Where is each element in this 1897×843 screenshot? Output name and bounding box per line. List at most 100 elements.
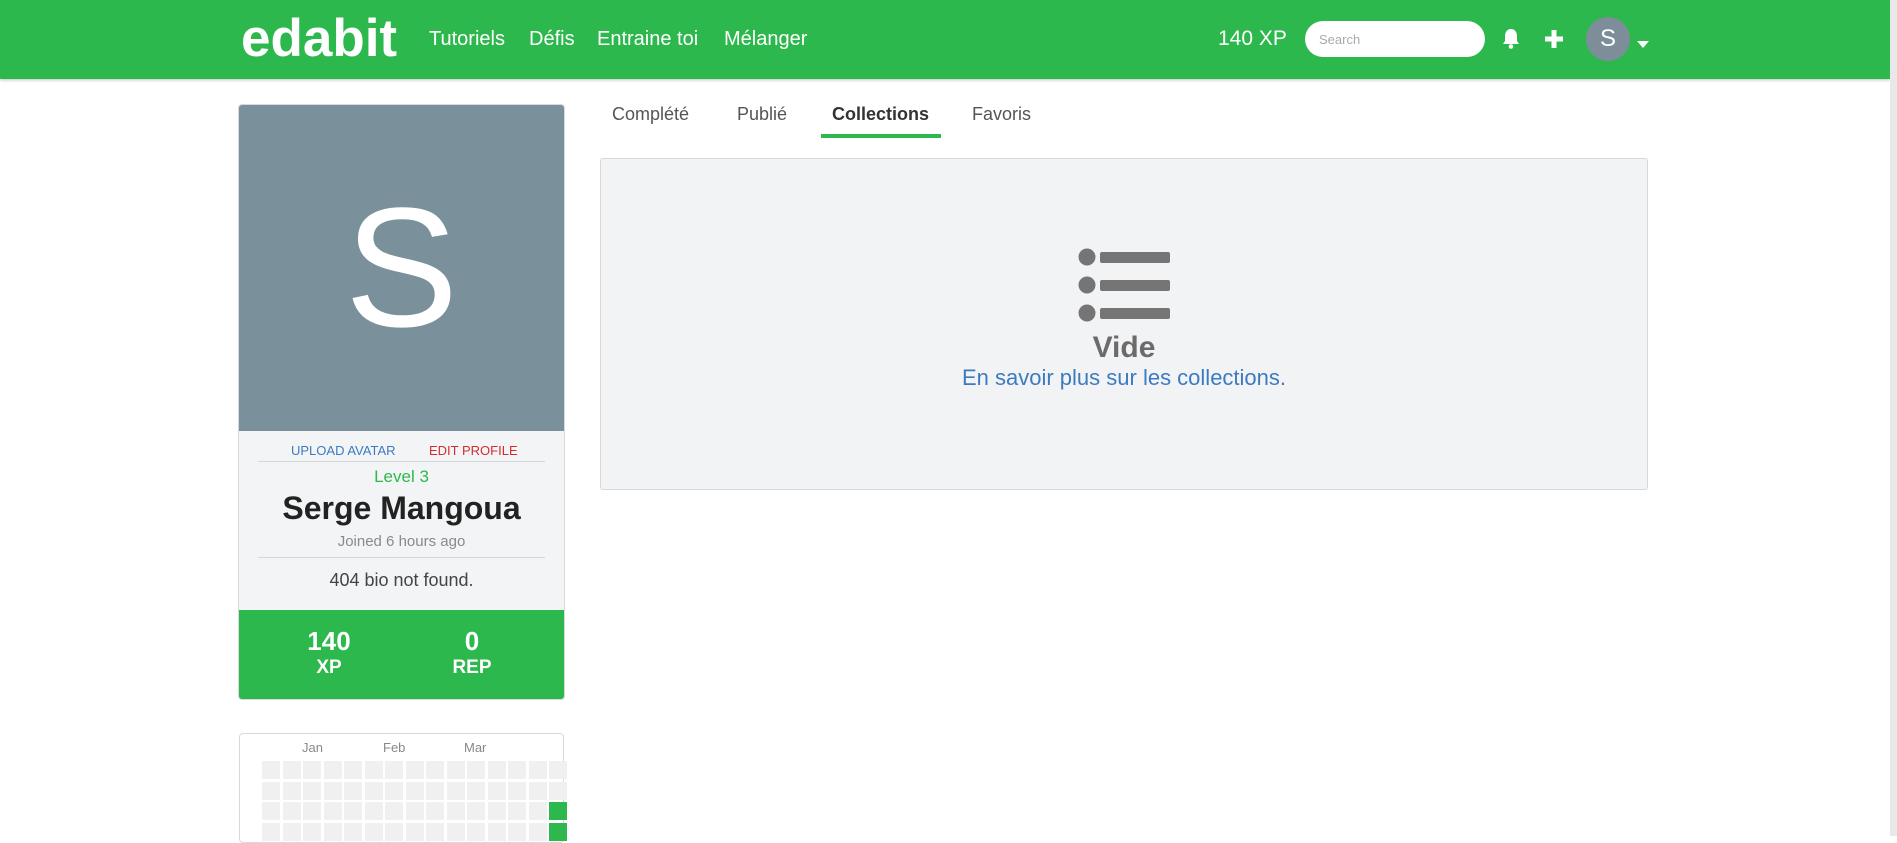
tab-complete[interactable]: Complété [612, 102, 689, 126]
heatmap-cell [344, 802, 362, 820]
heatmap-cell [282, 761, 301, 779]
heatmap-cell [385, 761, 403, 779]
tab-publie[interactable]: Publié [737, 102, 787, 126]
heatmap-cell [467, 781, 485, 800]
heatmap-cell [364, 781, 383, 800]
heatmap-cell [467, 761, 485, 779]
profile-actions: UPLOAD AVATAR EDIT PROFILE [239, 439, 564, 467]
bell-icon[interactable] [1502, 28, 1520, 55]
heatmap-cell [405, 761, 424, 779]
top-navbar: edabit Tutoriels Défis Entraine toi Méla… [0, 0, 1890, 79]
heatmap-cell [303, 802, 321, 820]
heatmap-cell [426, 781, 444, 800]
heatmap-cell [303, 822, 321, 841]
month-label: Jan [302, 740, 323, 755]
heatmap-cell [508, 781, 526, 800]
xp-label: XP [316, 657, 342, 678]
heatmap-cell [487, 781, 506, 800]
search-input[interactable] [1305, 21, 1485, 57]
heatmap-cell [323, 781, 342, 800]
collections-panel: Vide En savoir plus sur les collections. [600, 158, 1648, 490]
month-label: Mar [464, 740, 487, 755]
tab-favoris[interactable]: Favoris [972, 102, 1031, 126]
heatmap-cell [303, 761, 321, 779]
heatmap-cell [262, 822, 280, 841]
stats-bar: 140 XP 0 REP [239, 610, 564, 699]
heatmap-cell [385, 802, 403, 820]
month-label: Feb [383, 740, 406, 755]
heatmap-cell [262, 761, 280, 779]
heatmap-cell [323, 802, 342, 820]
heatmap-cell [446, 781, 465, 800]
upload-avatar-link[interactable]: UPLOAD AVATAR [291, 443, 396, 458]
heatmap-cell [528, 761, 547, 779]
divider [258, 557, 545, 558]
tab-collections[interactable]: Collections [832, 102, 929, 126]
heatmap-cell [262, 802, 280, 820]
nav-link-entraine-toi[interactable]: Entraine toi [597, 26, 698, 52]
heatmap-cell [487, 761, 506, 779]
active-tab-indicator [821, 134, 941, 138]
heatmap-cell [446, 761, 465, 779]
heatmap-cell [426, 802, 444, 820]
heatmap-cell [405, 802, 424, 820]
heatmap-cell [467, 802, 485, 820]
profile-card: S UPLOAD AVATAR EDIT PROFILE Level 3 Ser… [238, 104, 565, 700]
list-icon [1078, 247, 1170, 328]
heatmap-cell [508, 802, 526, 820]
heatmap-cell [282, 781, 301, 800]
heatmap-cell [364, 802, 383, 820]
heatmap-cell [426, 822, 444, 841]
plus-icon[interactable] [1544, 29, 1564, 54]
heatmap-cell [282, 802, 301, 820]
user-bio: 404 bio not found. [329, 570, 474, 590]
heatmap-cell [303, 781, 321, 800]
heatmap-cell [364, 822, 383, 841]
rep-stat: 0 REP [412, 626, 532, 680]
heatmap-cell [405, 822, 424, 841]
nav-link-defis[interactable]: Défis [529, 26, 575, 52]
heatmap-cell [385, 822, 403, 841]
heatmap-cell [528, 781, 547, 800]
edabit-logo[interactable]: edabit [241, 6, 397, 72]
user-name: Serge Mangoua [282, 490, 521, 526]
nav-link-melanger[interactable]: Mélanger [724, 26, 807, 52]
xp-value: 140 [307, 626, 351, 656]
caret-down-icon[interactable] [1636, 36, 1650, 54]
heatmap-cell [528, 822, 547, 841]
heatmap-cell [344, 781, 362, 800]
heatmap-cell [323, 822, 342, 841]
heatmap-cell [282, 822, 301, 841]
heatmap-cell [467, 822, 485, 841]
heatmap-cell [446, 802, 465, 820]
rep-value: 0 [464, 626, 480, 656]
heatmap-cell [508, 761, 526, 779]
heatmap-cell [549, 781, 567, 800]
heatmap-cell [446, 822, 465, 841]
heatmap-cell [405, 781, 424, 800]
profile-avatar: S [239, 105, 564, 431]
edit-profile-link[interactable]: EDIT PROFILE [429, 443, 518, 458]
nav-link-tutoriels[interactable]: Tutoriels [429, 26, 505, 52]
learn-more-collections-link[interactable]: En savoir plus sur les collections. [601, 365, 1647, 391]
heatmap-cell [385, 781, 403, 800]
heatmap-cell [262, 781, 280, 800]
user-avatar[interactable]: S [1586, 17, 1630, 61]
heatmap-cell [528, 802, 547, 820]
heatmap-cell [364, 761, 383, 779]
heatmap-cell [508, 822, 526, 841]
heatmap-cell [549, 761, 567, 779]
divider [258, 461, 545, 462]
heatmap-cell [549, 802, 567, 820]
joined-date: Joined 6 hours ago [337, 533, 466, 550]
user-level: Level 3 [374, 467, 429, 486]
heatmap-cell [487, 802, 506, 820]
heatmap-cell [344, 822, 362, 841]
heatmap-cell [426, 761, 444, 779]
empty-state-title: Vide [1092, 331, 1156, 364]
heatmap-cell [323, 761, 342, 779]
heatmap-cell [549, 822, 567, 841]
page-scrollbar[interactable] [1890, 0, 1897, 836]
heatmap-cell [487, 822, 506, 841]
nav-xp-counter: 140 XP [1218, 27, 1287, 50]
